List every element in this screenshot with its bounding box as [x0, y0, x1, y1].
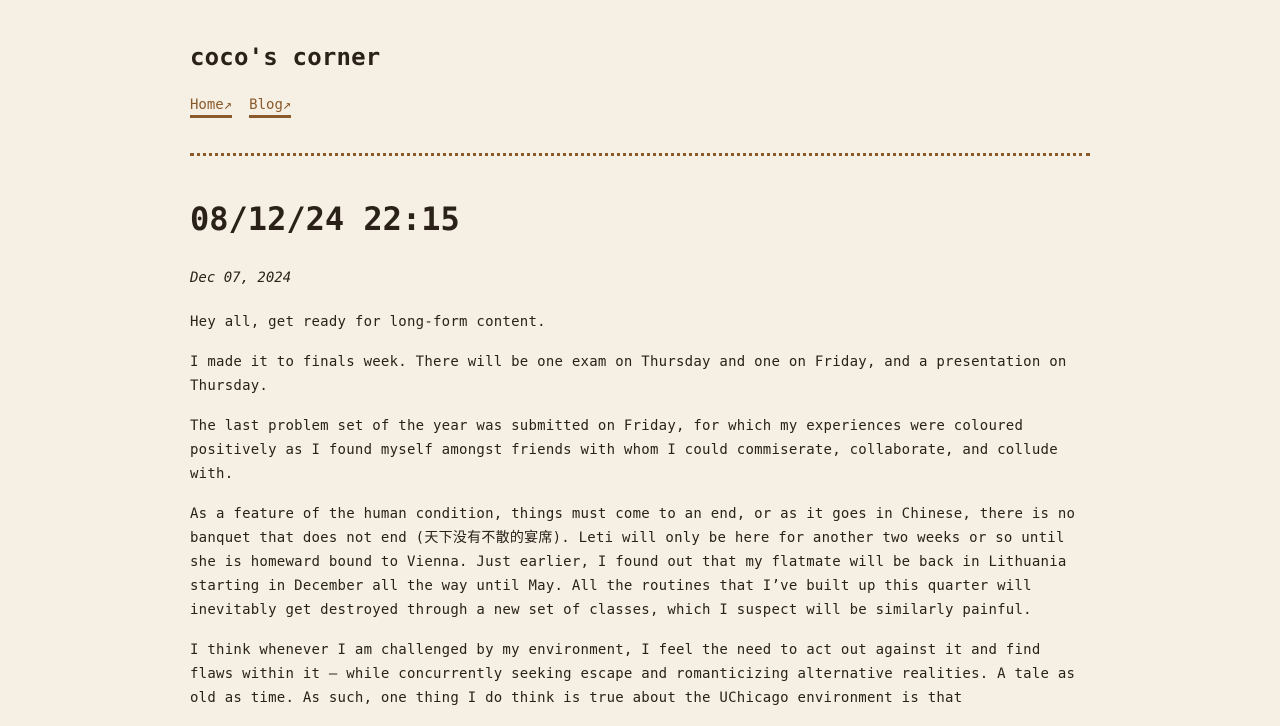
post-paragraph: I think whenever I am challenged by my e…	[190, 642, 1076, 706]
post-title: 08/12/24 22:15	[190, 200, 460, 238]
nav-link-blog[interactable]: Blog↗	[249, 95, 292, 118]
post-paragraph: As a feature of the human condition, thi…	[190, 506, 1076, 618]
post-paragraph: I made it to finals week. There will be …	[190, 354, 1067, 394]
post-paragraph: Hey all, get ready for long-form content…	[190, 314, 546, 330]
nav-link-home[interactable]: Home↗	[190, 95, 233, 118]
post-paragraph: The last problem set of the year was sub…	[190, 418, 1058, 482]
site-title: coco's corner	[190, 43, 381, 71]
post-content: Hey all, get ready for long-form content…	[190, 310, 1090, 726]
main-nav: Home↗ Blog↗	[190, 95, 292, 118]
post-date: Dec 07, 2024	[190, 270, 292, 286]
header-divider	[190, 153, 1090, 156]
